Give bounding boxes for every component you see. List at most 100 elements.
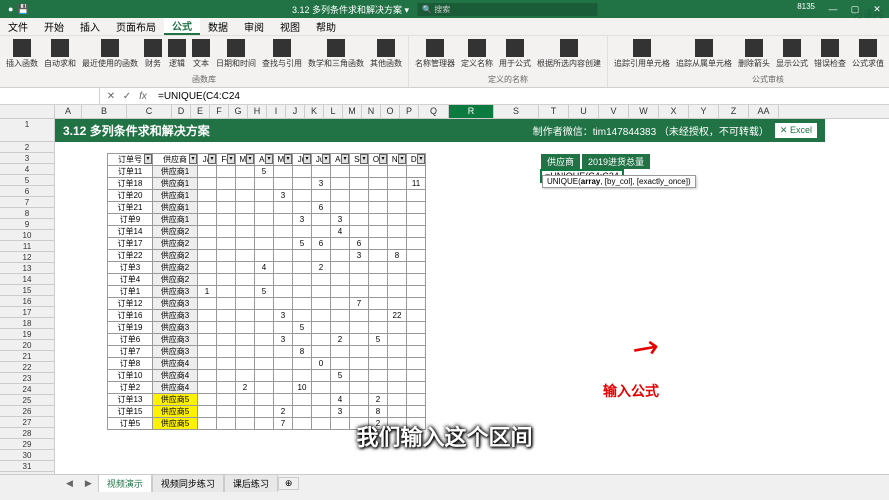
table-cell[interactable] (255, 214, 274, 226)
table-row[interactable]: 订单7供应商38 (108, 346, 426, 358)
table-cell[interactable]: 供应商4 (153, 370, 198, 382)
column-header-R[interactable]: R (449, 105, 494, 118)
table-cell[interactable] (369, 202, 388, 214)
table-row[interactable]: 订单6供应商3325 (108, 334, 426, 346)
row-header[interactable]: 30 (0, 450, 55, 461)
table-cell[interactable] (388, 178, 407, 190)
table-header[interactable]: 订单号▾ (108, 154, 153, 166)
table-cell[interactable] (350, 370, 369, 382)
row-header[interactable]: 26 (0, 406, 55, 417)
minimize-button[interactable]: — (823, 2, 843, 16)
table-cell[interactable]: 订单8 (108, 358, 153, 370)
table-cell[interactable]: 2 (331, 334, 350, 346)
table-cell[interactable] (217, 322, 236, 334)
table-cell[interactable] (331, 190, 350, 202)
table-cell[interactable] (236, 238, 255, 250)
row-header[interactable]: 4 (0, 164, 55, 175)
table-cell[interactable] (274, 226, 293, 238)
table-cell[interactable] (236, 322, 255, 334)
table-cell[interactable] (369, 274, 388, 286)
ribbon-button[interactable]: 定义名称 (459, 38, 495, 70)
table-cell[interactable] (255, 334, 274, 346)
table-cell[interactable]: 订单7 (108, 346, 153, 358)
table-cell[interactable] (407, 250, 426, 262)
table-header[interactable]: Oc▾ (369, 154, 388, 166)
row-header[interactable]: 29 (0, 439, 55, 450)
table-cell[interactable] (369, 166, 388, 178)
table-cell[interactable] (217, 310, 236, 322)
table-cell[interactable] (331, 274, 350, 286)
table-cell[interactable] (369, 214, 388, 226)
table-header[interactable]: Se▾ (350, 154, 369, 166)
table-cell[interactable] (350, 406, 369, 418)
table-cell[interactable] (293, 166, 312, 178)
table-cell[interactable]: 3 (331, 214, 350, 226)
table-cell[interactable] (350, 322, 369, 334)
table-cell[interactable] (369, 346, 388, 358)
table-cell[interactable] (236, 202, 255, 214)
table-cell[interactable] (312, 382, 331, 394)
table-cell[interactable] (217, 418, 236, 430)
ribbon-button[interactable]: 名称管理器 (413, 38, 457, 70)
table-cell[interactable] (236, 178, 255, 190)
table-cell[interactable]: 订单2 (108, 382, 153, 394)
document-title[interactable]: 3.12 多列条件求和解决方案 ▾ (292, 3, 409, 16)
table-cell[interactable]: 供应商3 (153, 310, 198, 322)
table-cell[interactable] (198, 262, 217, 274)
table-cell[interactable] (236, 274, 255, 286)
row-header[interactable]: 20 (0, 340, 55, 351)
table-cell[interactable] (407, 202, 426, 214)
filter-button[interactable]: ▾ (284, 154, 292, 164)
table-cell[interactable]: 3 (331, 406, 350, 418)
table-cell[interactable] (331, 322, 350, 334)
table-row[interactable]: 订单11供应商15 (108, 166, 426, 178)
table-cell[interactable] (198, 310, 217, 322)
table-cell[interactable]: 供应商1 (153, 178, 198, 190)
table-cell[interactable]: 8 (388, 250, 407, 262)
table-cell[interactable] (198, 250, 217, 262)
menu-tab-页面布局[interactable]: 页面布局 (108, 18, 164, 35)
row-header[interactable]: 22 (0, 362, 55, 373)
table-cell[interactable] (236, 166, 255, 178)
table-cell[interactable] (388, 274, 407, 286)
table-cell[interactable] (350, 226, 369, 238)
column-header-S[interactable]: S (494, 105, 539, 118)
add-sheet-button[interactable]: ⊕ (278, 477, 300, 490)
table-header[interactable]: Jul▾ (312, 154, 331, 166)
table-cell[interactable] (407, 262, 426, 274)
row-header[interactable]: 23 (0, 373, 55, 384)
formula-confirm-button[interactable]: ✓ (120, 91, 134, 102)
table-cell[interactable]: 6 (350, 238, 369, 250)
table-cell[interactable] (388, 358, 407, 370)
table-cell[interactable] (274, 202, 293, 214)
table-cell[interactable] (198, 322, 217, 334)
column-header-V[interactable]: V (599, 105, 629, 118)
column-header-U[interactable]: U (569, 105, 599, 118)
table-cell[interactable]: 6 (312, 238, 331, 250)
table-cell[interactable] (198, 226, 217, 238)
row-header[interactable]: 24 (0, 384, 55, 395)
table-cell[interactable] (198, 238, 217, 250)
table-cell[interactable]: 4 (331, 226, 350, 238)
table-cell[interactable] (217, 202, 236, 214)
table-cell[interactable] (350, 274, 369, 286)
table-cell[interactable] (388, 166, 407, 178)
table-cell[interactable] (388, 298, 407, 310)
table-cell[interactable]: 供应商5 (153, 418, 198, 430)
table-cell[interactable]: 订单14 (108, 226, 153, 238)
ribbon-button[interactable]: 用于公式 (497, 38, 533, 70)
table-cell[interactable] (217, 346, 236, 358)
table-cell[interactable] (217, 214, 236, 226)
table-row[interactable]: 订单15供应商5238 (108, 406, 426, 418)
table-header[interactable]: Fe▾ (217, 154, 236, 166)
table-cell[interactable]: 订单15 (108, 406, 153, 418)
table-cell[interactable] (198, 274, 217, 286)
row-header[interactable]: 21 (0, 351, 55, 362)
table-cell[interactable] (274, 178, 293, 190)
table-cell[interactable] (217, 394, 236, 406)
table-cell[interactable] (350, 214, 369, 226)
table-cell[interactable] (388, 406, 407, 418)
table-cell[interactable] (255, 346, 274, 358)
table-cell[interactable] (369, 358, 388, 370)
table-cell[interactable] (331, 418, 350, 430)
